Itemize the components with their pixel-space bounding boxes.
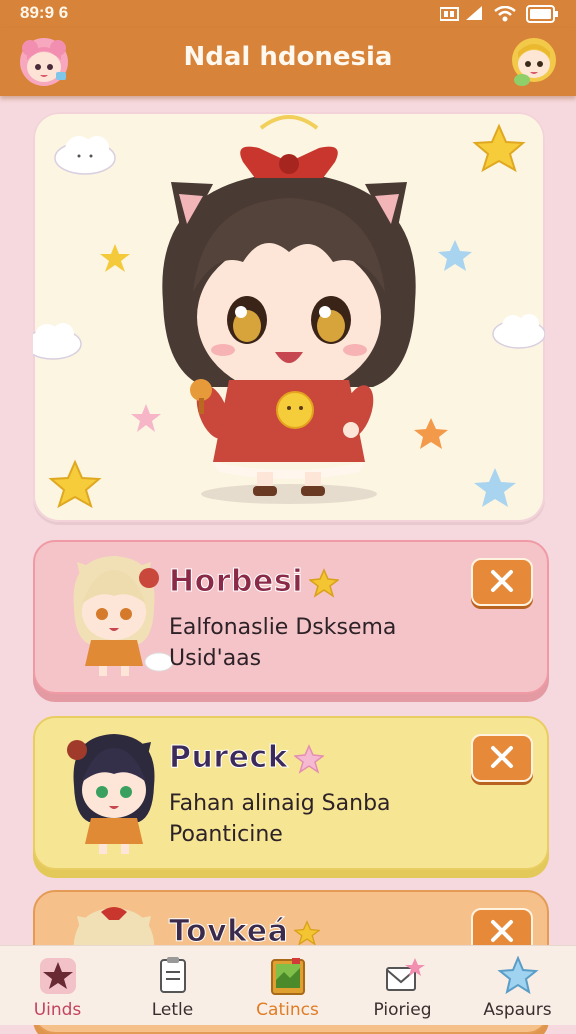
card-title-text: Horbesi <box>169 564 303 600</box>
card-line-1: Fahan alinaig Sanba <box>169 791 391 816</box>
card-title-text: Tovkeá <box>168 914 289 950</box>
page-title: Ndal hdonesia <box>183 42 393 72</box>
card-title: Tovkeá <box>168 914 321 950</box>
card-line-1: Ealfonaslie Dsksema <box>169 615 397 640</box>
card-line-2: Usid'aas <box>169 646 262 671</box>
card-title: Horbesi <box>169 564 339 600</box>
status-time: 89:9 6 <box>20 3 69 22</box>
tab-uinds[interactable]: Uinds <box>0 946 115 1025</box>
battery-icon <box>526 5 558 23</box>
star-icon <box>131 404 161 432</box>
clipboard-icon <box>160 957 186 993</box>
tab-piorieg[interactable]: Piorieg <box>345 946 460 1025</box>
cloud-icon <box>492 314 546 349</box>
tab-catincs[interactable]: Catincs <box>230 946 345 1025</box>
star-icon <box>474 468 516 507</box>
card-line-2: Poanticine <box>169 822 283 847</box>
tab-label: Aspaurs <box>483 1000 552 1020</box>
star-icon <box>414 418 448 449</box>
card-title: Pureck <box>168 740 325 776</box>
tab-label: Uinds <box>33 1000 82 1020</box>
wifi-icon <box>494 6 516 22</box>
tab-letle[interactable]: Letle <box>115 946 230 1025</box>
chibi-cat-girl-illustration <box>24 115 546 509</box>
star-icon <box>438 240 472 271</box>
close-icon <box>491 920 513 942</box>
close-icon <box>491 746 513 768</box>
card-subtitle: Ealfonaslie Dsksema Usid'aas <box>169 612 469 674</box>
star-icon <box>472 123 526 173</box>
star-icon <box>294 743 325 774</box>
star-icon <box>48 459 102 509</box>
cloud-icon <box>54 136 116 175</box>
close-icon <box>491 570 513 592</box>
card-subtitle: Fahan alinaig Sanba Poanticine <box>169 788 469 850</box>
app-header: Ndal hdonesia <box>0 28 576 96</box>
card-title-text: Pureck <box>168 740 289 776</box>
close-button[interactable] <box>471 558 533 606</box>
blonde-girl-avatar[interactable] <box>506 34 562 90</box>
list-card[interactable]: Horbesi Ealfonaslie Dsksema Usid'aas <box>33 540 549 694</box>
tab-aspaurs[interactable]: Aspaurs <box>460 946 575 1025</box>
map-book-icon <box>271 958 305 995</box>
tab-label: Catincs <box>256 1000 319 1020</box>
dark-hair-cat-girl-avatar <box>67 734 155 854</box>
star-icon <box>100 244 130 272</box>
envelope-star-icon <box>386 958 425 991</box>
blue-star-icon <box>497 956 539 995</box>
signal-icon <box>440 6 482 21</box>
status-bar: 89:9 6 <box>0 0 576 28</box>
star-icon <box>294 919 321 946</box>
star-badge-icon <box>40 958 76 994</box>
list-card[interactable]: Pureck Fahan alinaig Sanba Poanticine <box>33 716 549 870</box>
bottom-tab-bar: Uinds Letle Catincs Piorieg Aspaurs <box>0 945 576 1025</box>
blonde-cat-girl-avatar <box>73 556 174 676</box>
close-button[interactable] <box>471 734 533 782</box>
cloud-icon <box>24 323 82 360</box>
tab-label: Letle <box>151 1000 194 1020</box>
hero-illustration-card <box>24 112 546 522</box>
status-icons <box>440 5 558 23</box>
tab-label: Piorieg <box>373 1000 432 1020</box>
star-icon <box>308 567 339 598</box>
